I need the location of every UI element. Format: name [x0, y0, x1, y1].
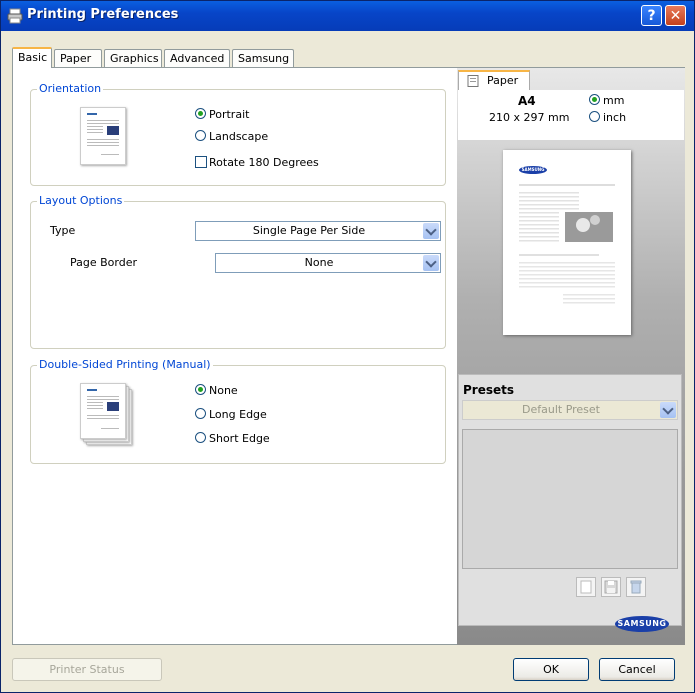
chevron-down-icon[interactable] — [660, 402, 676, 418]
tab-content-basic: Orientation Portrait Landscape Rotate 18… — [12, 67, 685, 645]
portrait-label: Portrait — [209, 108, 250, 121]
layout-type-value: Single Page Per Side — [252, 224, 366, 237]
layout-options-group: Layout Options Type Single Page Per Side… — [30, 194, 446, 349]
ok-button[interactable]: OK — [513, 658, 589, 681]
printer-status-button[interactable]: Printer Status — [12, 658, 162, 681]
samsung-logo-text: SAMSUNG — [617, 619, 667, 628]
landscape-radio-dot[interactable] — [195, 130, 206, 141]
tab-graphics[interactable]: Graphics — [104, 49, 162, 67]
unit-mm-dot[interactable] — [589, 94, 600, 105]
landscape-label: Landscape — [209, 130, 269, 143]
rotate-180-box[interactable] — [195, 156, 207, 168]
layout-options-title: Layout Options — [37, 194, 125, 207]
new-preset-button[interactable] — [576, 577, 596, 597]
orientation-title: Orientation — [37, 82, 104, 95]
page-text-lines — [519, 184, 615, 304]
preview-tab-paper[interactable]: Paper — [458, 70, 530, 90]
tab-samsung[interactable]: Samsung — [232, 49, 294, 67]
cancel-button[interactable]: Cancel — [599, 658, 675, 681]
presets-select[interactable]: Default Preset — [462, 400, 678, 420]
tab-paper[interactable]: Paper — [54, 49, 102, 67]
preview-panel: Paper A4 210 x 297 mm mm inch SAMSUNG Pr… — [457, 68, 685, 645]
unit-mm-label: mm — [603, 94, 625, 107]
title-bar[interactable]: Printing Preferences ? ✕ — [1, 1, 694, 31]
presets-dropdown-button[interactable] — [659, 401, 677, 419]
tab-basic[interactable]: Basic — [12, 47, 52, 68]
paper-size-info: A4 210 x 297 mm mm inch — [458, 90, 684, 140]
delete-preset-button[interactable] — [626, 577, 646, 597]
rotate-180-label: Rotate 180 Degrees — [209, 156, 319, 169]
duplex-title: Double-Sided Printing (Manual) — [37, 358, 213, 371]
duplex-none-label: None — [209, 384, 238, 397]
tab-advanced[interactable]: Advanced — [164, 49, 230, 67]
save-icon — [604, 580, 618, 594]
page-preview-image: SAMSUNG — [503, 150, 631, 335]
printer-icon — [7, 8, 23, 24]
samsung-logo: SAMSUNG — [615, 616, 669, 632]
close-button[interactable]: ✕ — [665, 5, 686, 26]
portrait-radio-dot[interactable] — [195, 108, 206, 119]
duplex-front-page-image — [80, 383, 126, 439]
duplex-none-dot[interactable] — [195, 384, 206, 395]
trash-icon — [630, 580, 642, 594]
window-title: Printing Preferences — [27, 7, 179, 22]
portrait-preview-image — [80, 107, 126, 165]
chevron-down-icon[interactable] — [423, 255, 439, 271]
chevron-down-icon[interactable] — [423, 223, 439, 239]
duplex-group: Double-Sided Printing (Manual) None Long… — [30, 358, 446, 464]
duplex-short-edge-label: Short Edge — [209, 432, 270, 445]
page-border-value: None — [304, 256, 334, 269]
unit-inch-label: inch — [603, 111, 627, 124]
printing-preferences-window: Printing Preferences ? ✕ Basic Paper Gra… — [0, 0, 695, 693]
presets-panel: Presets Default Preset — [458, 374, 682, 626]
type-label: Type — [50, 224, 76, 237]
duplex-short-edge-dot[interactable] — [195, 432, 206, 443]
new-document-icon — [580, 580, 592, 594]
page-border-label: Page Border — [70, 256, 138, 269]
unit-inch-dot[interactable] — [589, 111, 600, 122]
presets-list[interactable] — [462, 429, 678, 569]
duplex-long-edge-label: Long Edge — [209, 408, 267, 421]
presets-title: Presets — [463, 383, 515, 397]
save-preset-button[interactable] — [601, 577, 621, 597]
paper-size-dims: 210 x 297 mm — [489, 111, 570, 124]
page-icon — [467, 75, 479, 87]
presets-value: Default Preset — [522, 403, 600, 416]
page-border-select[interactable]: None — [215, 253, 441, 273]
preview-tab-label: Paper — [487, 74, 519, 87]
duplex-long-edge-dot[interactable] — [195, 408, 206, 419]
help-button[interactable]: ? — [641, 5, 662, 26]
paper-size-name: A4 — [518, 94, 536, 108]
layout-type-select[interactable]: Single Page Per Side — [195, 221, 441, 241]
orientation-group: Orientation Portrait Landscape Rotate 18… — [30, 82, 446, 186]
